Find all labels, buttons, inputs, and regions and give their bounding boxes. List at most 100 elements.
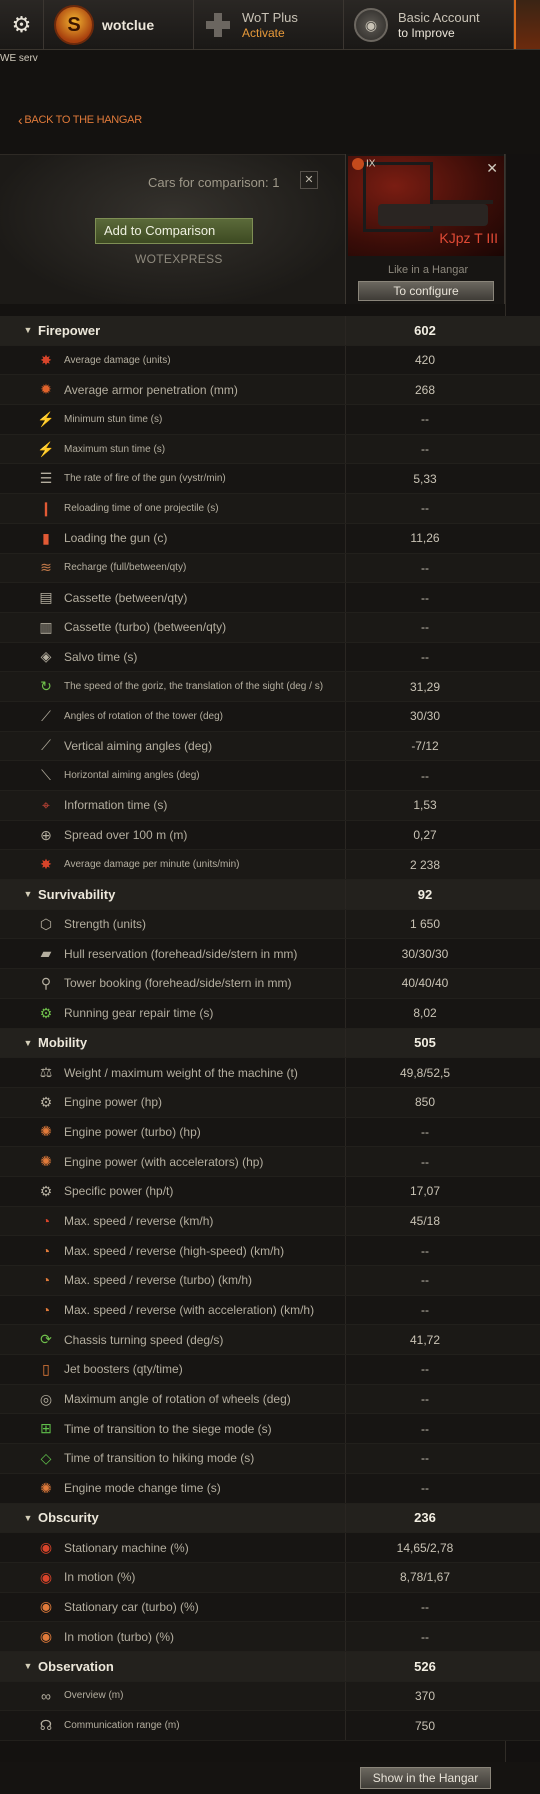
account-title: Basic Account [398,10,480,25]
section-header-firepower[interactable]: ▼ Firepower 602 [0,316,540,346]
user-profile[interactable]: S wotclue [44,0,194,50]
stat-value: 30/30 [409,709,441,724]
stat-label: Max. speed / reverse (with acceleration)… [64,1303,315,1318]
collapse-triangle-icon[interactable]: ▼ [20,1513,36,1523]
stat-label: In motion (%) [64,1570,136,1585]
stat-value: -- [421,501,429,516]
stat-label: Specific power (hp/t) [64,1184,174,1199]
section-title: Survivability [38,886,116,902]
collapse-triangle-icon[interactable]: ▼ [20,1661,36,1671]
wot-plus-action: Activate [242,26,285,40]
stat-label: Stationary machine (%) [64,1540,189,1555]
section-header-obscurity[interactable]: ▼ Obscurity 236 [0,1503,540,1534]
stat-value: 49,8/52,5 [399,1065,451,1080]
turret-armor-icon: ⚲ [40,974,52,991]
configure-button[interactable]: To configure [358,281,494,301]
stat-row: ⚡ Minimum stun time (s) -- [0,405,540,435]
collapse-triangle-icon[interactable]: ▼ [20,325,36,335]
stat-row: ✺ Engine power (turbo) (hp) -- [0,1117,540,1148]
camo-move-icon: ◉ [39,1568,53,1585]
cassette-icon: ▤ [39,589,53,606]
stat-row: ⚙ Specific power (hp/t) 17,07 [0,1176,540,1207]
stat-value: 750 [414,1718,436,1733]
stat-label: Average armor penetration (mm) [64,382,238,397]
tank-name: KJpz T III [439,230,498,246]
section-header-survivability[interactable]: ▼ Survivability 92 [0,880,540,910]
stat-label: Cassette (turbo) (between/qty) [64,620,227,635]
chassis-icon: ⟳ [40,1331,52,1348]
stat-label: Average damage per minute (units/min) [64,859,240,871]
remove-tank-close-icon[interactable]: ✕ [486,160,498,177]
radio-icon: ☊ [39,1717,53,1734]
stat-value: 0,27 [413,828,437,843]
stat-row: ✸ Average damage (units) 420 [0,345,540,376]
fire-rate-icon: ☰ [39,470,53,487]
hangar-note: Like in a Hangar [388,264,469,276]
dpm-icon: ✸ [40,856,52,873]
stat-value: -- [421,1599,429,1614]
stat-value: 850 [414,1095,436,1110]
hp-cube-icon: ⬡ [39,915,53,932]
account-tank-icon: ◉ [354,8,388,42]
stats-table: ▼ Firepower 602 ✸ Average damage (units) 420 ✹… [0,316,540,1741]
stat-row: ◉ Stationary machine (%) 14,65/2,78 [0,1533,540,1563]
top-bar: ⚙ S wotclue WoT Plus Activate ◉ Basic Ac… [0,0,540,50]
stat-value: 268 [414,382,436,397]
speed-turbo-icon: ◔ [41,1272,51,1289]
stat-row: ∞ Overview (m) 370 [0,1681,540,1712]
stat-value: -7/12 [411,738,439,753]
vertical-angle-icon: ⟋ [41,737,51,754]
stat-value: -- [421,1451,429,1466]
section-header-observation[interactable]: ▼ Observation 526 [0,1651,540,1682]
stat-row: ▥ Cassette (turbo) (between/qty) -- [0,612,540,643]
salvo-icon: ◈ [40,648,52,665]
stat-row: ⌖ Information time (s) 1,53 [0,791,540,821]
premium-edge-tab[interactable] [514,0,540,49]
add-to-comparison-button[interactable]: Add to Comparison [95,218,253,244]
stat-label: Jet boosters (qty/time) [64,1362,183,1377]
tank-image: IX ✕ KJpz T III [348,156,504,256]
clear-comparison-close-icon[interactable]: ✕ [300,171,318,189]
crosshair-icon: ⊕ [40,826,52,843]
shell-reload-icon: ❙ [40,499,52,516]
stat-label: Engine power (with accelerators) (hp) [64,1154,264,1169]
back-to-hangar-link[interactable]: ‹ BACK TO THE HANGAR [18,112,142,128]
stat-value: 8,02 [413,1006,437,1021]
stat-row: ⚖ Weight / maximum weight of the machine … [0,1058,540,1088]
stat-row: ≋ Recharge (full/between/qty) -- [0,553,540,584]
settings-gear-icon[interactable]: ⚙ [0,0,44,50]
stat-label: Overview (m) [64,1690,124,1702]
stat-label: Hull reservation (forehead/side/stern in… [64,946,298,961]
show-in-hangar-button[interactable]: Show in the Hangar [360,1767,491,1789]
stat-value: -- [421,412,429,427]
stat-row: ◈ Salvo time (s) -- [0,642,540,673]
stat-value: 45/18 [409,1213,441,1228]
engine-icon: ⚙ [39,1093,53,1110]
stat-value: 17,07 [409,1184,441,1199]
collapse-triangle-icon[interactable]: ▼ [20,889,36,899]
stat-row: ✹ Average armor penetration (mm) 268 [0,375,540,406]
stat-row: ⊞ Time of transition to the siege mode (s… [0,1414,540,1445]
cassette-turbo-icon: ▥ [39,618,53,635]
stat-value: 11,26 [410,531,440,546]
stat-label: Engine mode change time (s) [64,1481,221,1496]
back-label: BACK TO THE HANGAR [24,114,142,126]
stat-value: -- [421,560,429,575]
stat-row: ◉ In motion (%) 8,78/1,67 [0,1562,540,1593]
stat-value: -- [421,1273,429,1288]
account-button[interactable]: ◉ Basic Account to Improve [344,0,514,50]
stat-label: Strength (units) [64,917,147,932]
damage-icon: ✸ [40,351,52,368]
stat-value: -- [421,1421,429,1436]
stat-value: -- [421,768,429,783]
engine-turbo-icon: ✺ [40,1123,52,1140]
stat-label: Max. speed / reverse (km/h) [64,1213,214,1228]
section-title: Mobility [38,1035,88,1051]
stat-row: ⊕ Spread over 100 m (m) 0,27 [0,820,540,851]
collapse-triangle-icon[interactable]: ▼ [20,1038,36,1048]
comparison-name: WOTEXPRESS [135,252,223,266]
section-score: 236 [414,1510,436,1526]
wot-plus-button[interactable]: WoT Plus Activate [194,0,344,50]
section-header-mobility[interactable]: ▼ Mobility 505 [0,1028,540,1059]
camo-still-icon: ◉ [39,1539,53,1556]
